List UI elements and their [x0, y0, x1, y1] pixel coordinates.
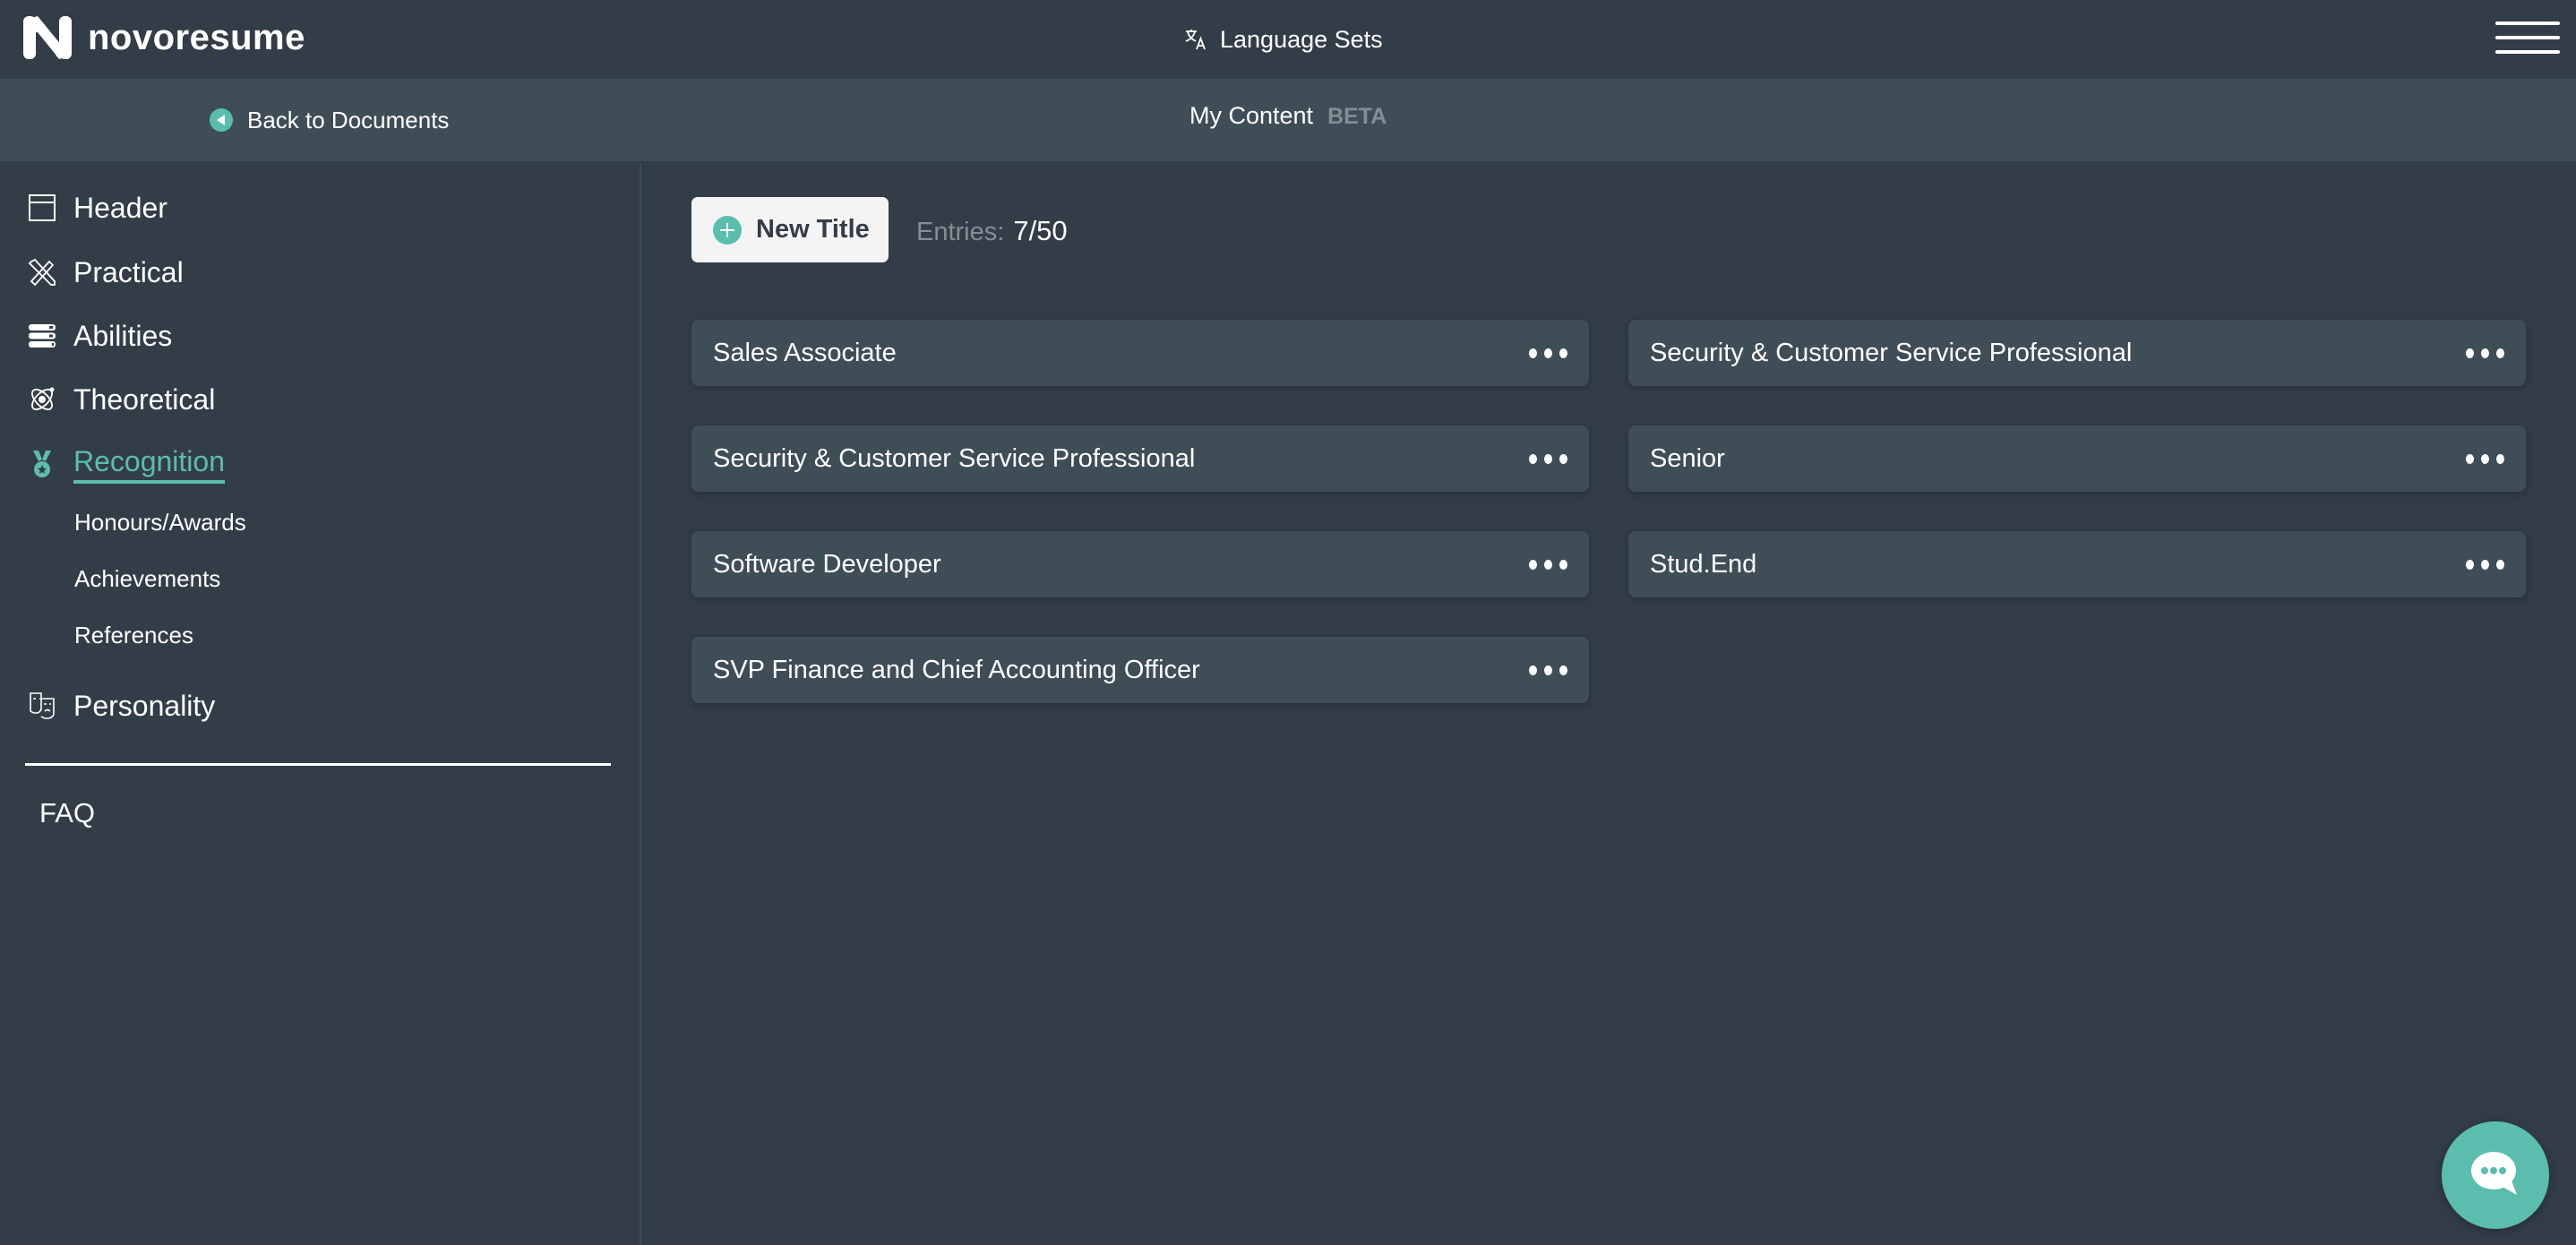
page-title: My Content BETA	[1189, 102, 1387, 130]
stacked-bars-icon	[27, 321, 57, 351]
more-options-button[interactable]	[1529, 658, 1567, 683]
page-title-text: My Content	[1189, 102, 1314, 129]
hamburger-icon	[2495, 21, 2560, 25]
layout-icon	[27, 193, 57, 223]
medal-icon	[27, 449, 57, 479]
entry-title: Security & Customer Service Professional	[713, 443, 1196, 473]
sidebar-item-label: Personality	[73, 689, 216, 722]
entry-card[interactable]: Security & Customer Service Professional	[1628, 320, 2526, 386]
sidebar-item-abilities[interactable]: Abilities	[27, 316, 172, 356]
sidebar-item-label: Practical	[73, 255, 184, 288]
entries-value: 7/50	[1013, 215, 1068, 246]
sidebar-subitem-achievements[interactable]: Achievements	[74, 565, 220, 593]
sub-header: Back to Documents My Content BETA	[0, 79, 2576, 161]
sidebar-item-label: Theoretical	[73, 382, 216, 416]
more-dots-icon	[1529, 348, 1537, 358]
plus-circle-icon	[713, 215, 742, 245]
atom-icon	[27, 384, 57, 415]
more-dots-icon	[1529, 453, 1537, 464]
chat-support-button[interactable]	[2442, 1121, 2549, 1229]
sidebar-subitem-honours-awards[interactable]: Honours/Awards	[74, 509, 246, 537]
sidebar-divider	[25, 763, 611, 766]
chat-bubble-icon	[2471, 1152, 2517, 1195]
entry-title: Sales Associate	[713, 338, 897, 367]
entry-card[interactable]: Senior	[1628, 425, 2526, 492]
new-title-button[interactable]: New Title	[691, 197, 889, 262]
entry-title: Security & Customer Service Professional	[1650, 338, 2133, 367]
sidebar-item-personality[interactable]: Personality	[27, 686, 215, 726]
entry-title: Senior	[1650, 443, 1725, 473]
more-dots-icon	[1529, 559, 1537, 570]
more-dots-icon	[2466, 453, 2474, 464]
pencil-ruler-icon	[27, 257, 57, 288]
more-dots-icon	[2466, 348, 2474, 358]
new-title-label: New Title	[756, 215, 870, 244]
sidebar-item-label: Header	[73, 191, 167, 224]
sidebar-subitem-references[interactable]: References	[74, 622, 193, 649]
language-sets-button[interactable]: Language Sets	[1184, 20, 1383, 59]
entry-title: Software Developer	[713, 549, 941, 579]
more-dots-icon	[2466, 559, 2474, 570]
more-options-button[interactable]	[1529, 341, 1567, 365]
entry-card[interactable]: Security & Customer Service Professional	[691, 425, 1589, 492]
novoresume-logo-icon	[23, 16, 72, 59]
beta-badge: BETA	[1327, 104, 1387, 129]
sidebar-item-recognition[interactable]: Recognition	[27, 444, 225, 484]
sidebar-separator	[640, 163, 641, 1245]
more-options-button[interactable]	[2466, 447, 2504, 471]
more-dots-icon	[1529, 665, 1537, 675]
language-sets-label: Language Sets	[1220, 25, 1383, 53]
entry-title: Stud.End	[1650, 549, 1757, 579]
translate-icon	[1185, 30, 1206, 50]
entry-card[interactable]: Stud.End	[1628, 531, 2526, 597]
entries-label: Entries:	[916, 218, 1005, 246]
brand-name: novoresume	[88, 17, 305, 57]
sidebar-item-label: Abilities	[73, 319, 173, 352]
entry-card[interactable]: Sales Associate	[691, 320, 1589, 386]
back-arrow-icon	[210, 108, 233, 132]
sidebar-item-header[interactable]: Header	[27, 188, 167, 228]
faq-link[interactable]: FAQ	[39, 797, 95, 829]
sidebar-item-practical[interactable]: Practical	[27, 253, 184, 292]
entry-card[interactable]: SVP Finance and Chief Accounting Officer	[691, 637, 1589, 703]
more-options-button[interactable]	[1529, 447, 1567, 471]
sidebar-item-theoretical[interactable]: Theoretical	[27, 380, 215, 419]
entry-card[interactable]: Software Developer	[691, 531, 1589, 597]
sidebar-item-label: Recognition	[73, 445, 225, 484]
entries-count: Entries: 7/50	[916, 215, 1068, 247]
menu-button[interactable]	[2495, 21, 2560, 54]
more-options-button[interactable]	[1529, 553, 1567, 577]
brand-logo[interactable]: novoresume	[21, 14, 305, 61]
entry-title: SVP Finance and Chief Accounting Officer	[713, 655, 1200, 684]
back-label: Back to Documents	[247, 106, 450, 133]
more-options-button[interactable]	[2466, 341, 2504, 365]
theater-masks-icon	[27, 691, 57, 721]
back-to-documents-link[interactable]: Back to Documents	[210, 104, 449, 136]
top-bar: novoresume Language Sets	[0, 0, 2576, 79]
more-options-button[interactable]	[2466, 553, 2504, 577]
